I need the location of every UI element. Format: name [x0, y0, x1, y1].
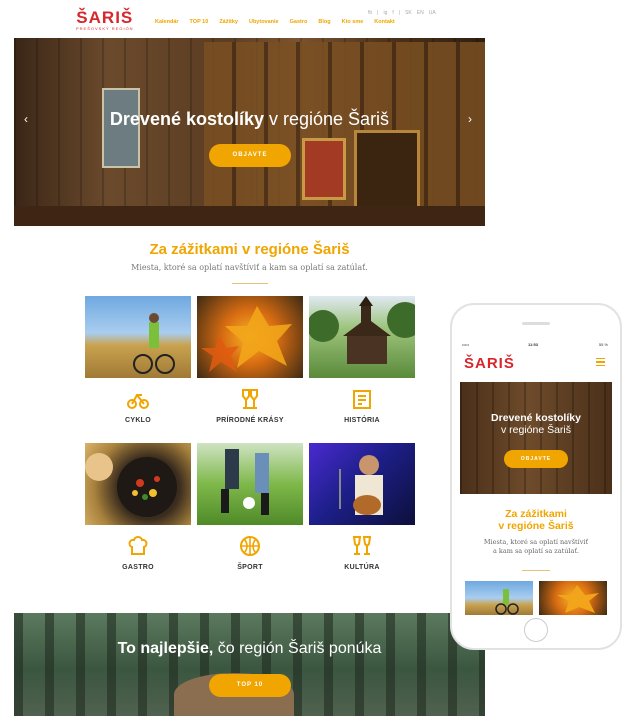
nav-item-gastro[interactable]: Gastro [290, 19, 308, 25]
mobile-hero-image [460, 382, 612, 494]
mobile-hero-cta-button[interactable]: OBJAVTE [504, 450, 568, 468]
site-logo[interactable]: ŠARIŠ PREŠOVSKÝ REGIÓN [76, 9, 134, 32]
phone-screen: ••••• 11:53 55 % ŠARIŠ Drevené kostolíky… [460, 340, 612, 615]
hero-image-icon-painting [302, 138, 346, 200]
mobile-hero-title: Drevené kostolíky v regióne Šariš [460, 412, 612, 436]
mobile-divider [522, 570, 550, 571]
glasses-icon [347, 535, 377, 562]
nature-icon [235, 388, 265, 415]
basketball-icon [235, 535, 265, 562]
mobile-hero: Drevené kostolíky v regióne Šariš OBJAVTE [460, 382, 612, 494]
social-icon-1[interactable]: fb [368, 10, 372, 16]
nav-item-ubytovanie[interactable]: Ubytovanie [249, 19, 279, 25]
tile-historia-photo[interactable] [309, 296, 415, 378]
nav-item-kalendar[interactable]: Kalendár [155, 19, 179, 25]
nav-item-kontakt[interactable]: Kontakt [374, 19, 394, 25]
top10-button[interactable]: TOP 10 [209, 674, 291, 697]
hamburger-menu-icon[interactable] [596, 358, 605, 368]
best-of-title: To najlepšie, čo región Šariš ponúka [14, 640, 485, 658]
autumn-leaves-image [201, 306, 292, 372]
lang-en[interactable]: EN [417, 10, 424, 16]
best-of-banner [14, 613, 485, 716]
mobile-hero-title-bold: Drevené kostolíky [491, 412, 581, 424]
separator: | [377, 10, 379, 16]
hero-slider: ‹ › Drevené kostolíky v regióne Šariš OB… [14, 38, 485, 226]
tile-cyklo-photo[interactable] [85, 296, 191, 378]
lang-ua[interactable]: UA [429, 10, 436, 16]
main-nav: Kalendár TOP 10 Zážitky Ubytovanie Gastr… [155, 19, 395, 25]
social-and-language: fb | ig f | SK EN UA [368, 10, 436, 16]
nav-item-blog[interactable]: Blog [318, 19, 330, 25]
mobile-section-title-line1: Za zážitkami [505, 508, 567, 520]
status-time: 11:53 [528, 342, 539, 347]
mobile-section-subtitle-line1: Miesta, ktoré sa oplatí navštíviť [483, 538, 589, 546]
battery-indicator: 55 % [598, 342, 608, 347]
tile-kultura-photo[interactable] [309, 443, 415, 525]
cyclist-image [133, 313, 175, 374]
mobile-tile-cyklo[interactable] [465, 581, 533, 615]
desktop-mockup: ŠARIŠ PREŠOVSKÝ REGIÓN Kalendár TOP 10 Z… [14, 0, 485, 716]
section-subtitle: Miesta, ktoré sa oplatí navštíviť a kam … [131, 263, 368, 272]
signal-indicator: ••••• [462, 342, 470, 347]
food-pan-image [85, 453, 177, 517]
wooden-church-image [309, 296, 415, 364]
mobile-section-subtitle: Miesta, ktoré sa oplatí navštíviť a kam s… [460, 538, 612, 556]
logo-tagline: PREŠOVSKÝ REGIÓN [76, 26, 134, 31]
hero-title-rest: v regióne Šariš [264, 109, 390, 129]
best-of-title-bold: To najlepšie, [117, 640, 214, 657]
mobile-section-title-line2: v regióne Šariš [498, 520, 574, 532]
chef-hat-icon [123, 535, 153, 562]
mobile-cyclist-image [495, 589, 519, 615]
nav-item-zazitky[interactable]: Zážitky [219, 19, 238, 25]
divider [232, 283, 268, 284]
phone-mockup: ••••• 11:53 55 % ŠARIŠ Drevené kostolíky… [450, 303, 622, 650]
guitarist-image [339, 455, 383, 515]
mobile-autumn-leaves-image [557, 585, 599, 613]
mobile-section-title: Za zážitkami v regióne Šariš [460, 508, 612, 532]
hero-cta-button[interactable]: OBJAVTE [209, 144, 291, 167]
section-title: Za zážitkami v regióne Šariš [149, 241, 350, 258]
lang-sk[interactable]: SK [405, 10, 412, 16]
category-label-historia[interactable]: HISTÓRIA [309, 417, 415, 424]
tile-gastro-photo[interactable] [85, 443, 191, 525]
category-label-cyklo[interactable]: CYKLO [85, 417, 191, 424]
category-label-prirodne-krasy[interactable]: PRÍRODNÉ KRÁSY [197, 417, 303, 424]
tile-priroda-photo[interactable] [197, 296, 303, 378]
mobile-hero-title-rest: v regióne Šariš [500, 424, 572, 436]
hero-title: Drevené kostolíky v regióne Šariš [14, 109, 485, 130]
nav-item-top10[interactable]: TOP 10 [190, 19, 209, 25]
separator: | [398, 10, 401, 16]
category-label-sport[interactable]: ŠPORT [197, 564, 303, 571]
phone-home-button[interactable] [524, 618, 548, 642]
nav-item-kto-sme[interactable]: Kto sme [342, 19, 364, 25]
logo-name: ŠARIŠ [76, 8, 134, 27]
category-label-gastro[interactable]: GASTRO [85, 564, 191, 571]
tile-sport-photo[interactable] [197, 443, 303, 525]
category-label-kultura[interactable]: KULTÚRA [309, 564, 415, 571]
mobile-section-subtitle-line2: a kam sa oplatí sa zatúlať. [492, 547, 580, 555]
best-of-title-rest: čo región Šariš ponúka [213, 640, 382, 657]
mobile-logo[interactable]: ŠARIŠ [464, 355, 515, 372]
social-icon-3[interactable]: f [392, 10, 393, 16]
site-header: ŠARIŠ PREŠOVSKÝ REGIÓN Kalendár TOP 10 Z… [14, 0, 485, 38]
hero-title-bold: Drevené kostolíky [109, 109, 264, 129]
history-icon [347, 388, 377, 415]
football-players-image [221, 449, 269, 515]
bicycle-icon [123, 388, 153, 415]
hero-image-floor [14, 206, 485, 226]
mobile-tile-priroda[interactable] [539, 581, 607, 615]
phone-speaker [522, 322, 550, 325]
status-bar: ••••• 11:53 55 % [460, 342, 612, 350]
social-icon-2[interactable]: ig [383, 10, 387, 16]
